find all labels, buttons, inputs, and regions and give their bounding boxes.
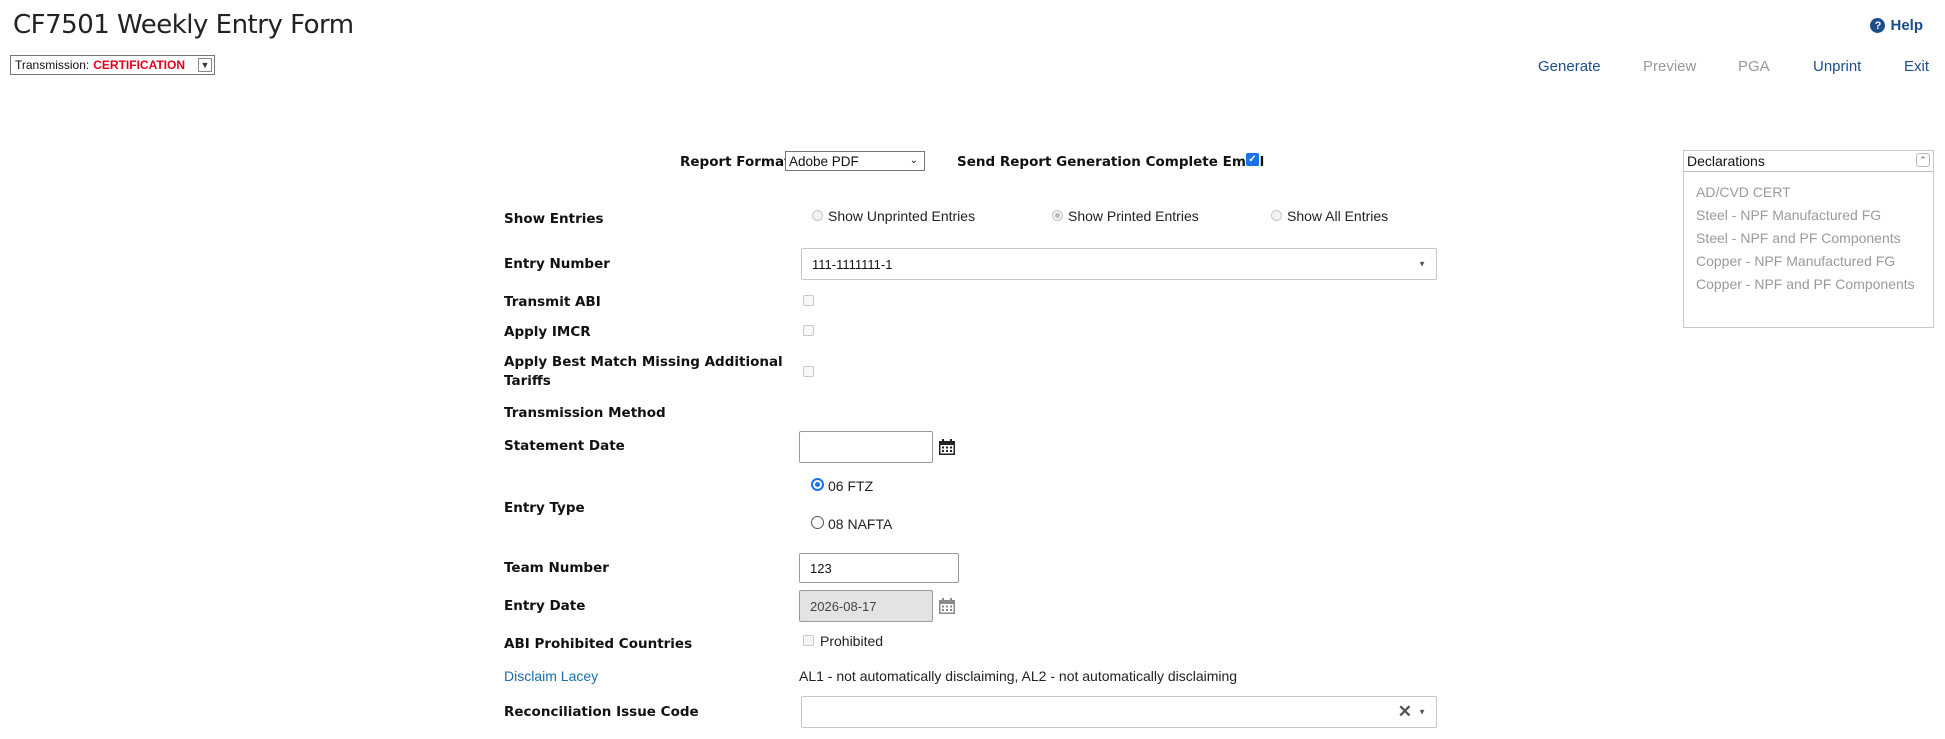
prohibited-checkbox-label: Prohibited xyxy=(820,633,884,649)
report-format-select[interactable]: Adobe PDF ⌄ xyxy=(785,151,925,171)
declaration-item[interactable]: Steel - NPF and PF Components xyxy=(1696,230,1921,247)
apply-best-match-label: Apply Best Match Missing Additional Tari… xyxy=(504,354,783,389)
show-printed-label: Show Printed Entries xyxy=(1068,208,1199,224)
calendar-icon[interactable] xyxy=(938,598,956,615)
generate-button[interactable]: Generate xyxy=(1538,58,1601,75)
send-email-checkbox[interactable]: ✓ xyxy=(1246,153,1259,166)
entry-type-ftz-label: 06 FTZ xyxy=(828,478,874,494)
show-all-radio[interactable] xyxy=(1271,210,1282,221)
show-unprinted-radio[interactable] xyxy=(812,210,823,221)
declarations-list: AD/CVD CERT Steel - NPF Manufactured FG … xyxy=(1684,172,1933,293)
entry-type-nafta-label: 08 NAFTA xyxy=(828,516,893,532)
entry-number-value: 111-1111111-1 xyxy=(812,256,893,272)
declarations-header: Declarations ⌃ xyxy=(1684,151,1933,172)
collapse-icon[interactable]: ⌃ xyxy=(1916,153,1930,167)
statement-date-input[interactable] xyxy=(799,431,933,463)
report-format-value: Adobe PDF xyxy=(789,153,859,169)
transmission-label: Transmission: xyxy=(15,58,90,72)
transmit-abi-checkbox[interactable] xyxy=(803,295,814,306)
show-unprinted-label: Show Unprinted Entries xyxy=(828,208,976,224)
transmission-value: CERTIFICATION xyxy=(93,58,186,72)
entry-date-label: Entry Date xyxy=(504,598,586,614)
transmission-method-label: Transmission Method xyxy=(504,405,666,421)
team-number-input[interactable]: 123 xyxy=(799,553,959,583)
reconciliation-select[interactable]: ✕ ▼ xyxy=(801,696,1437,728)
entry-type-ftz-radio[interactable] xyxy=(811,478,824,491)
unprint-button[interactable]: Unprint xyxy=(1813,58,1861,75)
entry-date-input[interactable]: 2026-08-17 xyxy=(799,590,933,622)
show-entries-label: Show Entries xyxy=(504,211,604,227)
apply-imcr-label: Apply IMCR xyxy=(504,324,591,340)
transmit-abi-label: Transmit ABI xyxy=(504,294,601,310)
help-label: Help xyxy=(1890,17,1923,34)
reconciliation-label: Reconciliation Issue Code xyxy=(504,704,699,720)
abi-prohibited-label: ABI Prohibited Countries xyxy=(504,636,693,652)
pga-button[interactable]: PGA xyxy=(1738,58,1770,75)
entry-number-select[interactable]: 111-1111111-1 ▼ xyxy=(801,248,1437,280)
show-all-label: Show All Entries xyxy=(1287,208,1389,224)
preview-button[interactable]: Preview xyxy=(1643,58,1696,75)
report-format-label: Report Format xyxy=(680,154,791,170)
exit-button[interactable]: Exit xyxy=(1904,58,1929,75)
send-email-label: Send Report Generation Complete Email xyxy=(957,154,1265,170)
declaration-item[interactable]: Copper - NPF Manufactured FG xyxy=(1696,253,1921,270)
entry-type-nafta-radio[interactable] xyxy=(811,516,824,529)
dropdown-arrow-icon: ▼ xyxy=(1418,259,1426,269)
help-icon: ? xyxy=(1870,18,1886,33)
apply-best-match-checkbox[interactable] xyxy=(803,366,814,377)
dropdown-arrow-icon: ▼ xyxy=(1418,707,1426,717)
team-number-label: Team Number xyxy=(504,560,609,576)
declaration-item[interactable]: Copper - NPF and PF Components xyxy=(1696,276,1921,293)
chevron-down-icon: ⌄ xyxy=(909,155,918,166)
declaration-item[interactable]: Steel - NPF Manufactured FG xyxy=(1696,207,1921,224)
entry-type-label: Entry Type xyxy=(504,500,585,516)
transmission-select[interactable]: Transmission: CERTIFICATION ▼ xyxy=(10,55,215,75)
declaration-item[interactable]: AD/CVD CERT xyxy=(1696,184,1921,201)
statement-date-label: Statement Date xyxy=(504,438,625,454)
prohibited-checkbox[interactable] xyxy=(803,635,814,646)
disclaim-lacey-link[interactable]: Disclaim Lacey xyxy=(504,668,598,684)
clear-icon[interactable]: ✕ xyxy=(1398,702,1412,722)
apply-imcr-checkbox[interactable] xyxy=(803,325,814,336)
disclaim-lacey-value: AL1 - not automatically disclaiming, AL2… xyxy=(799,668,1238,684)
dropdown-arrow-icon: ▼ xyxy=(198,58,212,72)
entry-number-label: Entry Number xyxy=(504,256,610,272)
show-printed-radio[interactable] xyxy=(1052,210,1063,221)
help-link[interactable]: ? Help xyxy=(1870,17,1923,34)
page-title: CF7501 Weekly Entry Form xyxy=(13,10,354,40)
declarations-title: Declarations xyxy=(1687,153,1765,169)
declarations-panel: Declarations ⌃ AD/CVD CERT Steel - NPF M… xyxy=(1683,150,1934,328)
calendar-icon[interactable] xyxy=(938,439,956,456)
